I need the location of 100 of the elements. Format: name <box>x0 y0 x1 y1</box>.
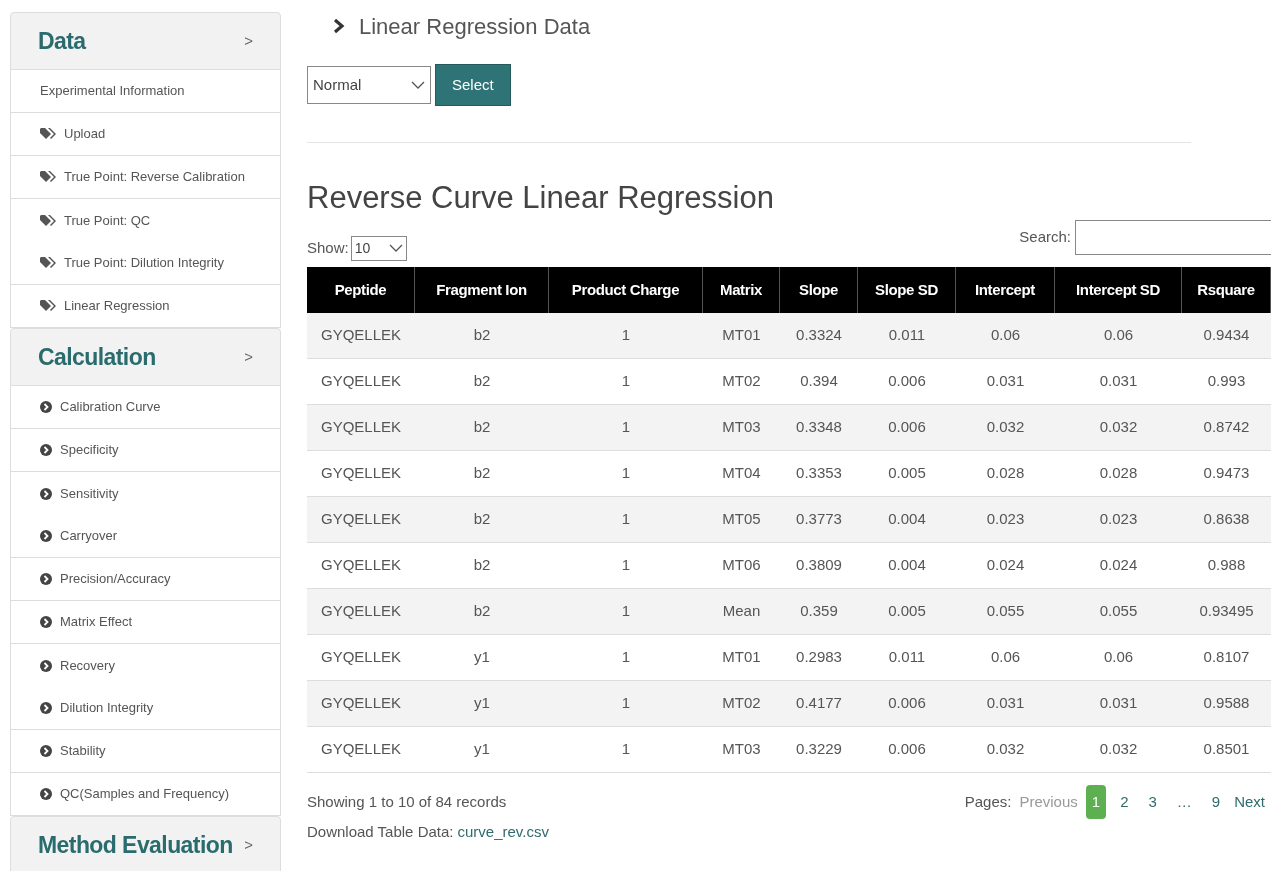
table-cell-text: GYQELLEK <box>319 371 402 391</box>
show-label: Show: <box>307 238 349 258</box>
circle-chevron-icon <box>40 745 52 757</box>
sidebar-item[interactable]: Upload <box>10 113 281 156</box>
table-cell-text: 0.031 <box>1098 693 1139 713</box>
table-cell-text: 0.024 <box>1098 555 1139 575</box>
sidebar-item[interactable]: Recovery <box>10 644 281 687</box>
pages-label: Pages: <box>964 791 1012 812</box>
next-link[interactable]: Next <box>1234 790 1265 814</box>
sidebar-item[interactable]: Precision/Accuracy <box>10 558 281 601</box>
table-cell-text: GYQELLEK <box>319 739 402 759</box>
section-header[interactable]: Calculation > <box>10 328 281 386</box>
page-link[interactable]: 3 <box>1142 784 1163 820</box>
table-cell-text: 1 <box>620 647 632 667</box>
tags-icon <box>40 214 56 227</box>
table-cell-text: 0.3348 <box>795 417 843 437</box>
circle-chevron-icon <box>40 616 52 628</box>
section-title: Calculation <box>38 342 156 372</box>
table-cell-text: 1 <box>620 371 632 391</box>
circle-chevron-icon <box>40 487 52 500</box>
sidebar-item[interactable]: Calibration Curve <box>10 386 281 429</box>
table-cell-text: 0.3229 <box>795 739 843 759</box>
column-header[interactable]: Intercept <box>956 266 1055 313</box>
chevron-icon <box>333 18 345 34</box>
page-link[interactable]: … <box>1170 784 1198 820</box>
table-cell-text: 1 <box>620 739 632 759</box>
table-cell-text: b2 <box>472 371 492 391</box>
table-cell-text: 0.006 <box>887 739 927 759</box>
sidebar-item[interactable]: Sensitivity <box>10 472 281 515</box>
sidebar-item[interactable]: Dilution Integrity <box>10 687 281 730</box>
table-cell-text: 0.3353 <box>795 463 843 483</box>
table-cell-text: MT06 <box>721 555 762 575</box>
column-header[interactable]: Slope <box>780 266 858 313</box>
sidebar-item[interactable]: Specificity <box>10 429 281 472</box>
section-header[interactable]: Method Evaluation > <box>10 816 281 871</box>
table-cell-text: b2 <box>472 601 492 621</box>
column-header[interactable]: Matrix <box>703 266 780 313</box>
tags-icon <box>40 128 56 140</box>
table-cell-text: 0.2983 <box>795 647 843 667</box>
table-cell-text: 0.005 <box>887 601 927 621</box>
section-title: Method Evaluation <box>38 830 233 860</box>
table-cell-text: 0.8501 <box>1202 739 1251 759</box>
table-cell-text: 0.055 <box>1098 601 1139 621</box>
column-header[interactable]: Intercept SD <box>1055 266 1182 313</box>
table-cell-text: 0.3773 <box>795 509 843 529</box>
section-header[interactable]: Data > <box>10 12 281 70</box>
table-cell-text: GYQELLEK <box>319 601 402 621</box>
column-header[interactable]: Peptide <box>307 266 415 313</box>
table-cell-text: 0.004 <box>887 555 927 575</box>
sidebar-item[interactable]: QC(Samples and Frequency) <box>10 773 281 816</box>
circle-chevron-icon <box>40 573 52 585</box>
table-cell-text: GYQELLEK <box>319 325 402 345</box>
column-header[interactable]: Product Charge <box>549 266 703 313</box>
table-cell-text: b2 <box>472 417 492 437</box>
table-cell-text: 0.93495 <box>1198 601 1255 621</box>
table-cell-text: 0.028 <box>1098 463 1139 483</box>
chevron-icon: > <box>244 345 253 369</box>
table-cell-text: 0.8638 <box>1202 509 1251 529</box>
page-size-dropdown[interactable]: 10 <box>350 235 407 261</box>
table-cell-text: 0.3324 <box>795 325 843 345</box>
table-cell-text: 0.006 <box>887 371 927 391</box>
table-cell-text: GYQELLEK <box>319 509 402 529</box>
sidebar-item[interactable]: True Point: QC <box>10 199 281 242</box>
table-cell-text: 0.031 <box>985 693 1026 713</box>
table-cell-text: 1 <box>620 601 632 621</box>
column-header[interactable]: Rsquare <box>1182 266 1271 313</box>
sidebar-item[interactable]: Linear Regression <box>10 285 281 328</box>
sidebar-item[interactable]: Experimental Information <box>10 70 281 113</box>
tags-icon <box>40 257 56 269</box>
circle-chevron-icon <box>40 788 52 800</box>
table-cell-text: MT05 <box>721 509 762 529</box>
sidebar-item[interactable]: True Point: Reverse Calibration <box>10 156 281 199</box>
table-cell-text: 0.004 <box>887 509 927 529</box>
mode-dropdown[interactable]: Normal <box>307 66 431 104</box>
table-cell-text: 0.006 <box>887 693 927 713</box>
sidebar-item[interactable]: True Point: Dilution Integrity <box>10 242 281 285</box>
chevron-icon: > <box>244 29 253 53</box>
circle-chevron-icon <box>40 444 52 456</box>
select-button[interactable]: Select <box>435 64 511 106</box>
sidebar-item[interactable]: Carryover <box>10 515 281 558</box>
table-cell-text: y1 <box>473 647 491 667</box>
table-cell-text: 0.006 <box>887 417 927 437</box>
sidebar-item[interactable]: Matrix Effect <box>10 601 281 644</box>
page-link[interactable]: 9 <box>1205 784 1227 820</box>
page-link[interactable]: 2 <box>1114 784 1135 820</box>
table-cell-text: 0.06 <box>989 325 1022 345</box>
column-header[interactable]: Fragment Ion <box>415 266 549 313</box>
table-cell-text: 0.9434 <box>1202 325 1251 345</box>
table-cell-text: 0.011 <box>887 647 927 667</box>
circle-chevron-icon <box>40 401 52 413</box>
download-link[interactable]: curve_rev.csv <box>457 821 549 844</box>
sidebar-item[interactable]: Stability <box>10 730 281 773</box>
table-cell-text: 1 <box>620 325 632 345</box>
tags-icon <box>40 300 56 312</box>
column-header[interactable]: Slope SD <box>858 266 956 313</box>
table-cell-text: 0.8107 <box>1202 647 1251 667</box>
table-cell-text: 0.06 <box>989 647 1022 667</box>
table-cell-text: 1 <box>620 555 632 575</box>
search-field[interactable] <box>1075 219 1271 255</box>
table-cell-text: 0.032 <box>1098 739 1139 759</box>
